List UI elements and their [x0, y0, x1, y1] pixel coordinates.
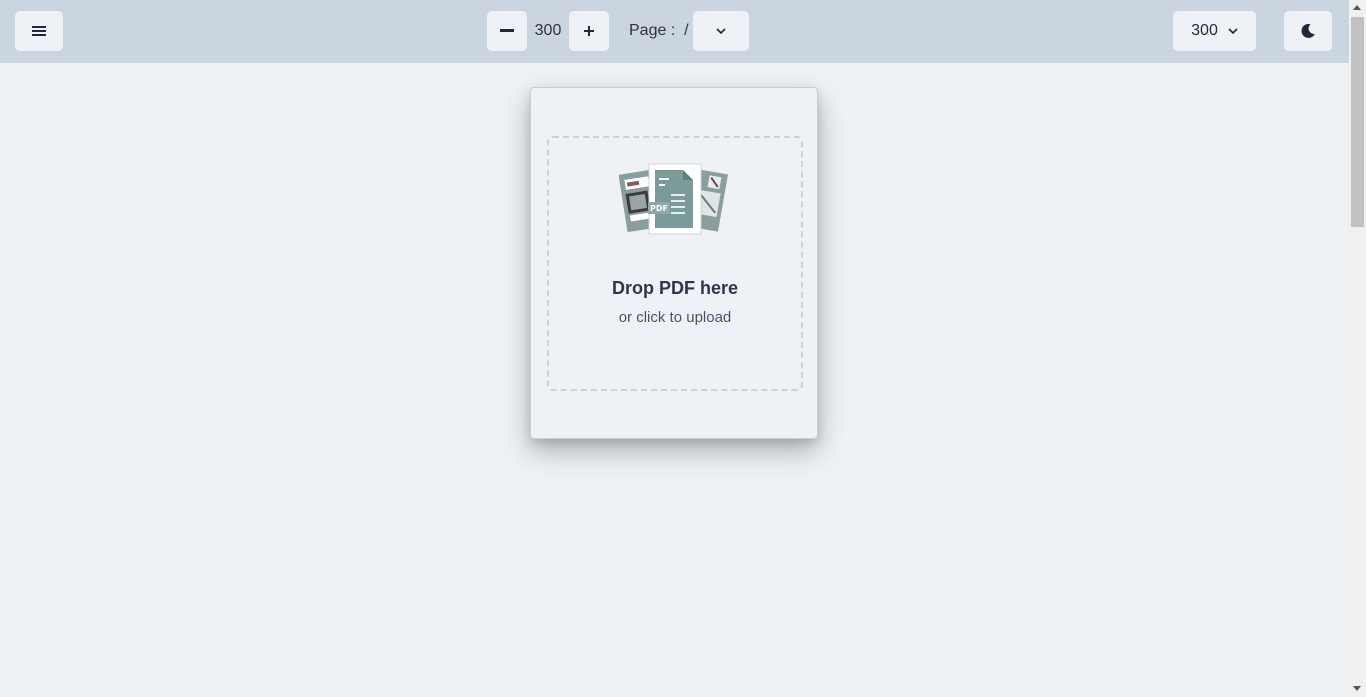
chevron-down-icon [716, 28, 726, 34]
page-select[interactable] [693, 11, 749, 51]
scroll-thumb[interactable] [1351, 17, 1364, 227]
menu-button[interactable] [15, 11, 63, 51]
theme-toggle-button[interactable] [1284, 11, 1332, 51]
scroll-up-arrow-icon[interactable] [1353, 5, 1361, 10]
moon-icon [1301, 23, 1315, 38]
scale-value: 300 [1191, 22, 1218, 39]
chevron-down-icon [1228, 28, 1238, 34]
toolbar: 300 Page : / 300 [0, 0, 1349, 63]
zoom-in-button[interactable] [569, 11, 609, 51]
minus-icon [500, 29, 514, 32]
zoom-level: 300 [534, 22, 562, 39]
dropzone-title: Drop PDF here [611, 278, 739, 298]
dropzone-subtitle: or click to upload [618, 309, 732, 326]
plus-icon [584, 26, 594, 36]
menu-icon [32, 26, 46, 36]
upload-card: PDF Drop PDF here or click to upload [530, 87, 818, 439]
zoom-out-button[interactable] [487, 11, 527, 51]
pdf-dropzone[interactable]: PDF Drop PDF here or click to upload [547, 136, 803, 391]
scale-select[interactable]: 300 [1173, 11, 1256, 51]
scroll-down-arrow-icon[interactable] [1353, 686, 1361, 691]
page-label: Page : / [629, 22, 689, 39]
pdf-files-illustration-icon: PDF [619, 163, 729, 235]
pdf-badge-text: PDF [650, 204, 668, 213]
vertical-scrollbar[interactable] [1349, 0, 1366, 697]
